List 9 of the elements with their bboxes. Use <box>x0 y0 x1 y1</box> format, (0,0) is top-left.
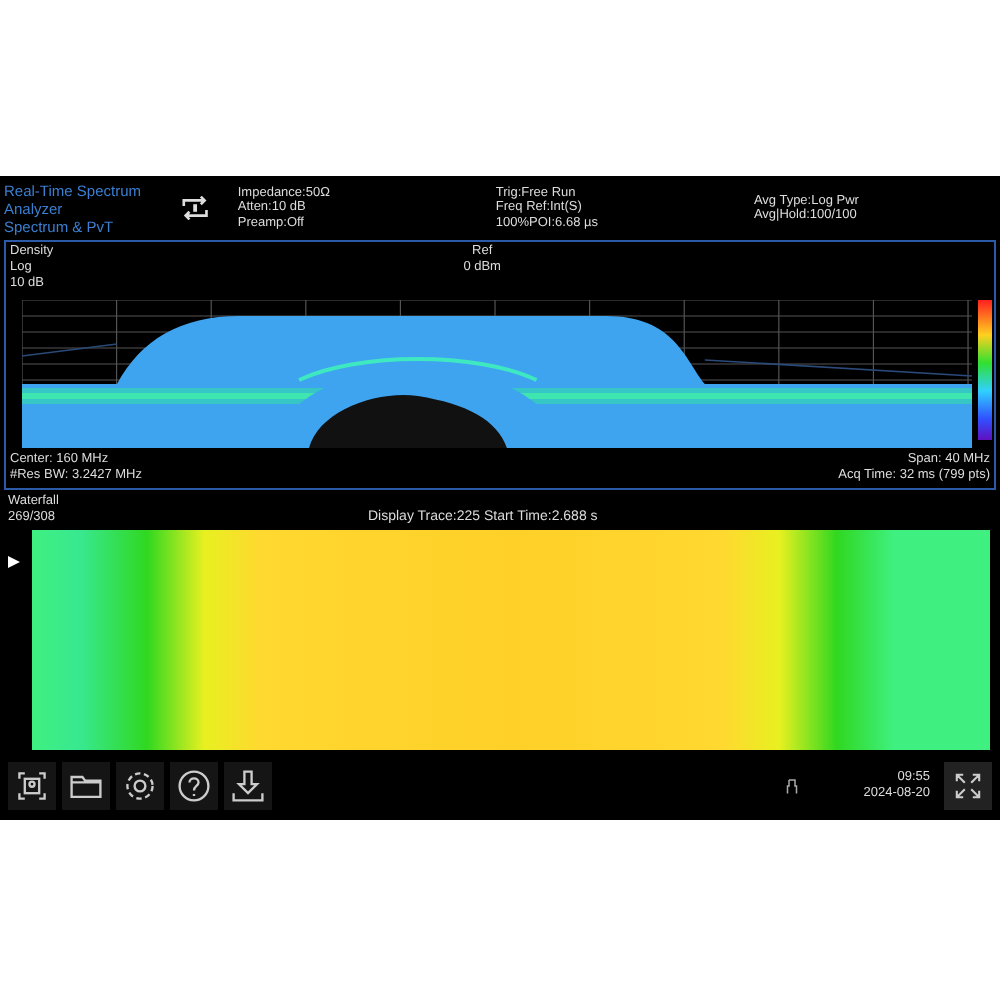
screenshot-icon[interactable] <box>8 762 56 810</box>
save-icon[interactable] <box>224 762 272 810</box>
settings-icon[interactable] <box>116 762 164 810</box>
repeat-icon[interactable] <box>179 196 210 220</box>
color-scale-bar <box>978 300 992 440</box>
trace-marker-icon[interactable] <box>8 556 20 568</box>
fullscreen-icon[interactable] <box>944 762 992 810</box>
help-icon[interactable] <box>170 762 218 810</box>
folder-icon[interactable] <box>62 762 110 810</box>
